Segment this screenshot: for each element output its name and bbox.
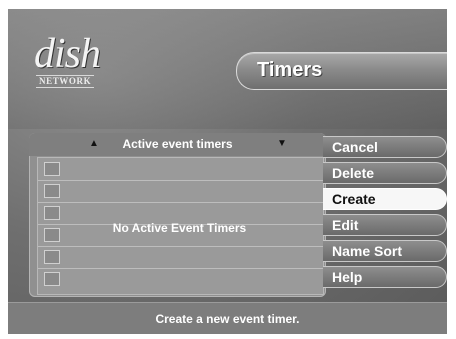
title-bar: Timers: [236, 52, 447, 90]
cancel-label: Cancel: [332, 139, 378, 155]
list-header: ▲ Active event timers ▼: [29, 133, 326, 156]
status-bar: Create a new event timer.: [8, 302, 447, 334]
page-title: Timers: [257, 59, 323, 81]
delete-button[interactable]: Delete: [323, 162, 447, 184]
empty-message: No Active Event Timers: [112, 221, 247, 235]
timer-row[interactable]: [38, 158, 323, 181]
row-checkbox[interactable]: [44, 250, 60, 264]
row-checkbox[interactable]: [44, 206, 60, 220]
row-checkbox[interactable]: [44, 162, 60, 176]
delete-label: Delete: [332, 165, 375, 181]
triangle-down-icon[interactable]: ▼: [277, 138, 287, 149]
row-checkbox[interactable]: [44, 184, 60, 198]
help-label: Help: [332, 269, 363, 285]
timer-row[interactable]: [38, 180, 323, 203]
edit-label: Edit: [332, 217, 359, 233]
action-menu: Cancel Delete Create Edit Name Sort Help: [323, 136, 447, 301]
timer-row[interactable]: [38, 246, 323, 269]
edit-button[interactable]: Edit: [323, 214, 447, 236]
name-sort-button[interactable]: Name Sort: [323, 240, 447, 262]
dish-network-logo: dish NETWORK: [30, 31, 118, 93]
timer-row[interactable]: [38, 268, 323, 290]
status-text: Create a new event timer.: [155, 312, 300, 326]
name-sort-label: Name Sort: [332, 243, 403, 259]
row-checkbox[interactable]: [44, 272, 60, 286]
help-button[interactable]: Help: [323, 266, 447, 288]
create-button[interactable]: Create: [323, 188, 447, 210]
screen: dish NETWORK Timers ▲ Active event timer…: [8, 9, 447, 334]
create-label: Create: [332, 191, 376, 207]
cancel-button[interactable]: Cancel: [323, 136, 447, 158]
timer-list-panel: ▲ Active event timers ▼ No Active Event …: [29, 133, 326, 297]
logo-main: dish: [34, 31, 101, 77]
logo-sub: NETWORK: [36, 75, 95, 88]
